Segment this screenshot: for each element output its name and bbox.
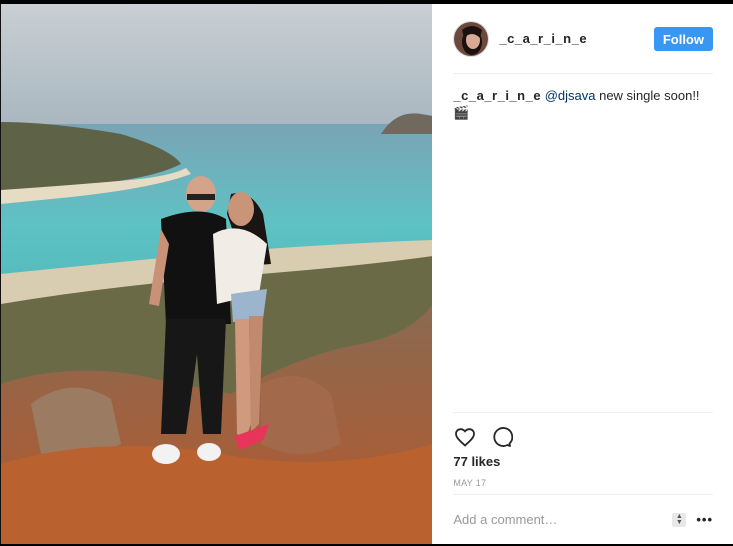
comment-bar: ▲▼ ••• <box>453 494 713 544</box>
likes-count[interactable]: 77 likes <box>453 454 713 469</box>
caption-username[interactable]: _c_a_r_i_n_e <box>453 88 541 103</box>
more-options-icon[interactable]: ••• <box>696 512 713 527</box>
header-username[interactable]: _c_a_r_i_n_e <box>499 31 653 46</box>
resize-stepper-icon[interactable]: ▲ ▼ <box>672 512 687 527</box>
comment-bubble-icon[interactable] <box>489 425 514 449</box>
post-header: _c_a_r_i_n_e Follow <box>453 4 713 74</box>
heart-icon[interactable] <box>453 425 477 449</box>
post-photo[interactable] <box>1 4 433 544</box>
post-sidebar: _c_a_r_i_n_e Follow _c_a_r_i_n_e @djsava… <box>432 4 733 544</box>
post-date[interactable]: MAY 17 <box>453 478 713 488</box>
caption-mention[interactable]: @djsava <box>545 88 596 103</box>
avatar[interactable] <box>453 20 490 57</box>
comment-input[interactable] <box>453 512 673 527</box>
post-caption: _c_a_r_i_n_e @djsava new single soon!! 🎬 <box>453 74 713 412</box>
post-dialog: _c_a_r_i_n_e Follow _c_a_r_i_n_e @djsava… <box>0 4 733 544</box>
post-actions <box>453 412 713 450</box>
follow-button[interactable]: Follow <box>653 26 713 51</box>
avatar-image <box>454 21 489 56</box>
